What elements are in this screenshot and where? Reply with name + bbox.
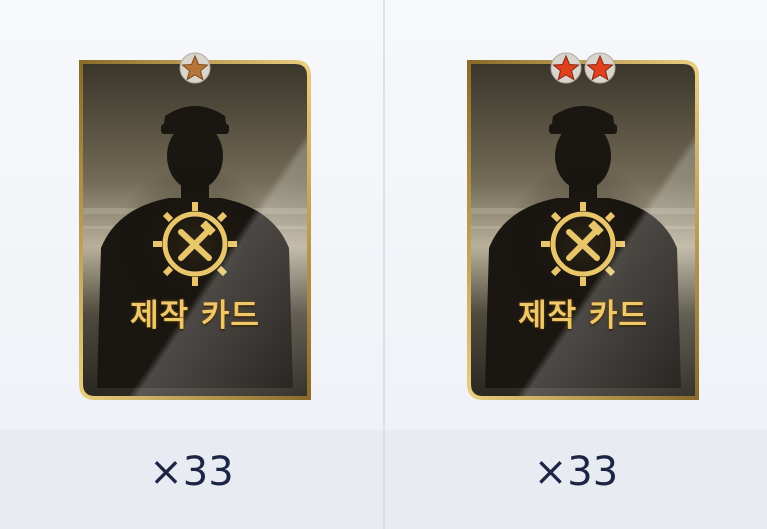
star-icon bbox=[550, 52, 582, 84]
card-art bbox=[79, 60, 311, 400]
star-rank bbox=[77, 52, 313, 84]
card-title: 제작 카드 bbox=[518, 298, 648, 334]
crafting-card[interactable]: 제작 카드 bbox=[465, 52, 701, 402]
card-art bbox=[467, 60, 699, 400]
star-rank bbox=[465, 52, 701, 84]
star-icon bbox=[179, 52, 211, 84]
crafting-card[interactable]: 제작 카드 bbox=[77, 52, 313, 402]
item-quantity: ×33 bbox=[149, 449, 234, 495]
item-grid: 제작 카드 ×33 제작 카드 ×33 bbox=[0, 0, 767, 529]
item-quantity: ×33 bbox=[533, 449, 619, 495]
item-slot-1[interactable]: 제작 카드 ×33 bbox=[0, 0, 383, 529]
star-icon bbox=[584, 52, 616, 84]
item-slot-2[interactable]: 제작 카드 ×33 bbox=[383, 0, 767, 529]
card-title: 제작 카드 bbox=[130, 298, 260, 334]
